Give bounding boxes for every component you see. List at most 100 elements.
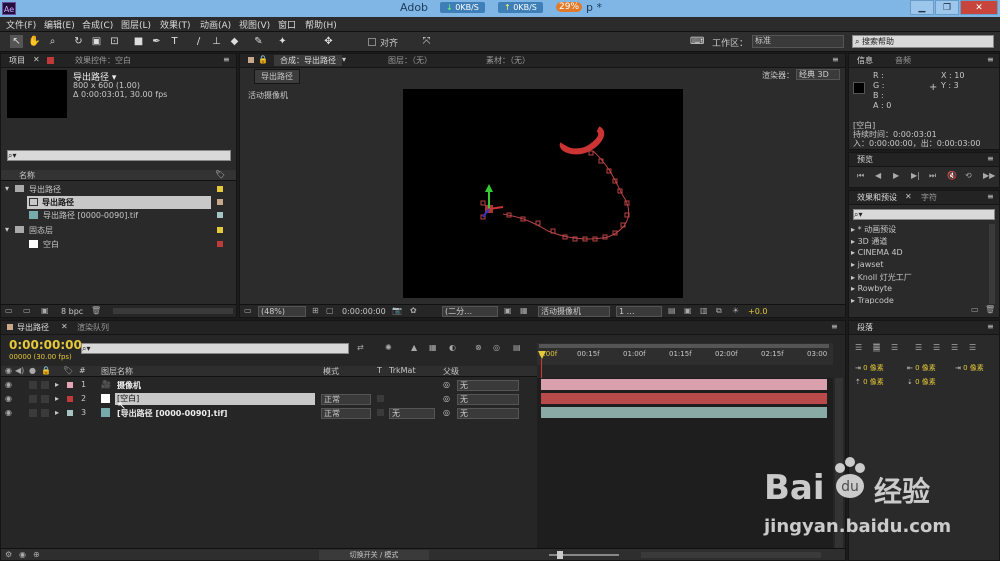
eye-icon[interactable]: ◉ [5,408,12,417]
tab-info[interactable]: 信息 [857,55,873,66]
comp-viewer[interactable] [403,89,683,298]
label-tag-icon[interactable]: 🏷 [215,170,225,179]
keyboard-icon[interactable]: ⌨ [690,35,704,48]
time-stretch-icon[interactable]: ⊕ [33,550,40,559]
eye-icon[interactable]: ◉ [5,366,12,375]
layer-bar-null[interactable] [541,393,827,404]
align-left-icon[interactable]: ☰ [855,343,862,352]
clone-tool-icon[interactable]: ⊥ [210,35,223,48]
rotate-tool-icon[interactable]: ↻ [72,35,85,48]
align-center-icon[interactable]: ☰ [873,343,881,352]
last-frame-icon[interactable]: ⏭ [929,171,936,181]
brainstorm-icon[interactable]: ⊗ [475,343,482,352]
loop-icon[interactable]: ⟲ [965,171,972,180]
always-preview-icon[interactable]: ▭ [244,306,252,315]
region-of-interest-icon[interactable]: ▣ [504,306,512,315]
toggle-pixel-icon[interactable]: ▤ [668,306,676,315]
parent-dropdown[interactable]: 无 [457,380,519,391]
current-time[interactable]: 0:00:00:00 [342,307,386,316]
new-preset-icon[interactable]: ▭ [971,305,979,314]
tab-composition[interactable]: 合成：导出路径 [274,55,342,66]
table-row[interactable]: ◉ ▸ 3 [导出路径 [0000-0090].tif] 正常 无 ◎ 无 [1,406,537,420]
list-item[interactable]: ▸ * 动画预设 [851,224,987,236]
layer-color-chip[interactable] [67,410,73,416]
lock-box[interactable] [41,409,49,417]
layer-bar-footage[interactable] [541,407,827,418]
preserve-transparency-box[interactable] [377,395,384,402]
workspace-dropdown[interactable]: 标准 [752,35,844,48]
menu-animation[interactable]: 动画(A) [200,18,231,31]
timeline-timecode[interactable]: 0:00:00:00 [9,338,82,352]
next-frame-icon[interactable]: ▶| [911,171,920,180]
menu-window[interactable]: 窗口 [278,18,296,31]
camera-tool-icon[interactable]: ▣ [90,35,103,48]
tab-paragraph[interactable]: 段落 [857,322,873,333]
expand-arrow-icon[interactable]: ▾ [5,184,9,193]
menu-layer[interactable]: 图层(L) [121,18,151,31]
table-row[interactable]: ◉ ▸ 2 [空白] 正常 ◎ 无 [1,392,537,406]
interpret-footage-icon[interactable]: ▭ [5,306,13,315]
effects-search-input[interactable]: ⌕▾ [853,209,995,220]
justify-right-icon[interactable]: ☰ [951,343,958,352]
list-item[interactable]: ▸ Knoll 灯光工厂 [851,272,987,284]
delete-icon[interactable]: 🗑 [985,305,995,314]
parent-pickwhip-icon[interactable]: ◎ [443,394,450,403]
tab-character[interactable]: 字符 [921,192,937,203]
comp-flowchart-icon[interactable]: ⧉ [716,306,722,316]
puppet-tool-icon[interactable]: ✦ [276,35,289,48]
list-item[interactable]: ▸ CINEMA 4D [851,248,987,260]
solo-box[interactable] [29,409,37,417]
shy-layers-icon[interactable]: ▲ [411,343,417,352]
column-name-label[interactable]: 名称 [19,170,35,181]
snapshot-icon[interactable]: 📷 [392,306,402,315]
zoom-slider-handle[interactable] [557,551,563,559]
show-channel-icon[interactable]: ✿ [410,306,417,315]
menu-help[interactable]: 帮助(H) [305,18,337,31]
reset-exposure-icon[interactable]: ☀ [732,306,739,315]
views-layout-dropdown[interactable]: 1 … [616,306,662,317]
list-item[interactable]: 导出路径 [0000-0090].tif [1,209,236,222]
play-icon[interactable]: ▶ [893,171,899,180]
parent-pickwhip-icon[interactable]: ◎ [443,380,450,389]
lock-box[interactable] [41,395,49,403]
tab-audio[interactable]: 音频 [895,55,911,66]
eye-icon[interactable]: ◉ [5,380,12,389]
work-area-bar[interactable] [539,344,829,348]
eye-icon[interactable]: ◉ [5,394,12,403]
panel-menu-icon[interactable]: ≡ [987,154,994,163]
zoom-dropdown[interactable]: (48%) [258,306,306,317]
list-item[interactable]: ▸ Trapcode [851,296,987,304]
pan-behind-icon[interactable]: ⊡ [108,35,121,48]
project-search-input[interactable]: ⌕▾ [7,150,231,161]
tab-project[interactable]: 项目 [9,55,25,66]
mask-visibility-icon[interactable]: ▢ [326,306,334,315]
lock-box[interactable] [41,381,49,389]
exposure-value[interactable]: +0.0 [748,307,767,316]
menu-composition[interactable]: 合成(C) [82,18,113,31]
bpc-label[interactable]: 8 bpc [61,307,83,316]
new-comp-icon[interactable]: ▣ [41,306,49,315]
layer-switches-icon[interactable]: ⚙ [5,550,12,559]
indent-first-field[interactable]: ⇥ 0 像素 [955,363,984,373]
parent-dropdown[interactable]: 无 [457,394,519,405]
safe-zones-icon[interactable]: ⊞ [312,306,319,315]
label-tag-icon[interactable]: 🏷 [63,366,73,375]
layer-color-chip[interactable] [67,382,73,388]
list-item[interactable]: ▸ 3D 通道 [851,236,987,248]
expand-arrow-icon[interactable]: ▸ [55,380,59,389]
audio-icon[interactable]: ◀) [15,366,24,375]
motion-blur-icon[interactable]: ◐ [449,343,456,352]
mode-dropdown[interactable]: 正常 [321,408,371,419]
frame-blending-icon[interactable]: ▦ [429,343,437,352]
panel-menu-icon[interactable]: ≡ [987,55,994,64]
close-icon[interactable]: ✕ [33,55,40,64]
indent-left-field[interactable]: ⇥ 0 像素 [855,363,884,373]
ram-preview-icon[interactable]: ▶▶ [983,171,995,180]
align-right-icon[interactable]: ☰ [891,343,898,352]
col-layer-name[interactable]: 图层名称 [101,366,133,377]
transfer-controls-icon[interactable]: ◉ [19,550,26,559]
solo-box[interactable] [29,381,37,389]
solo-icon[interactable]: ● [29,366,36,375]
timeline-hscroll[interactable] [641,552,821,558]
new-folder-icon[interactable]: ▭ [23,306,31,315]
